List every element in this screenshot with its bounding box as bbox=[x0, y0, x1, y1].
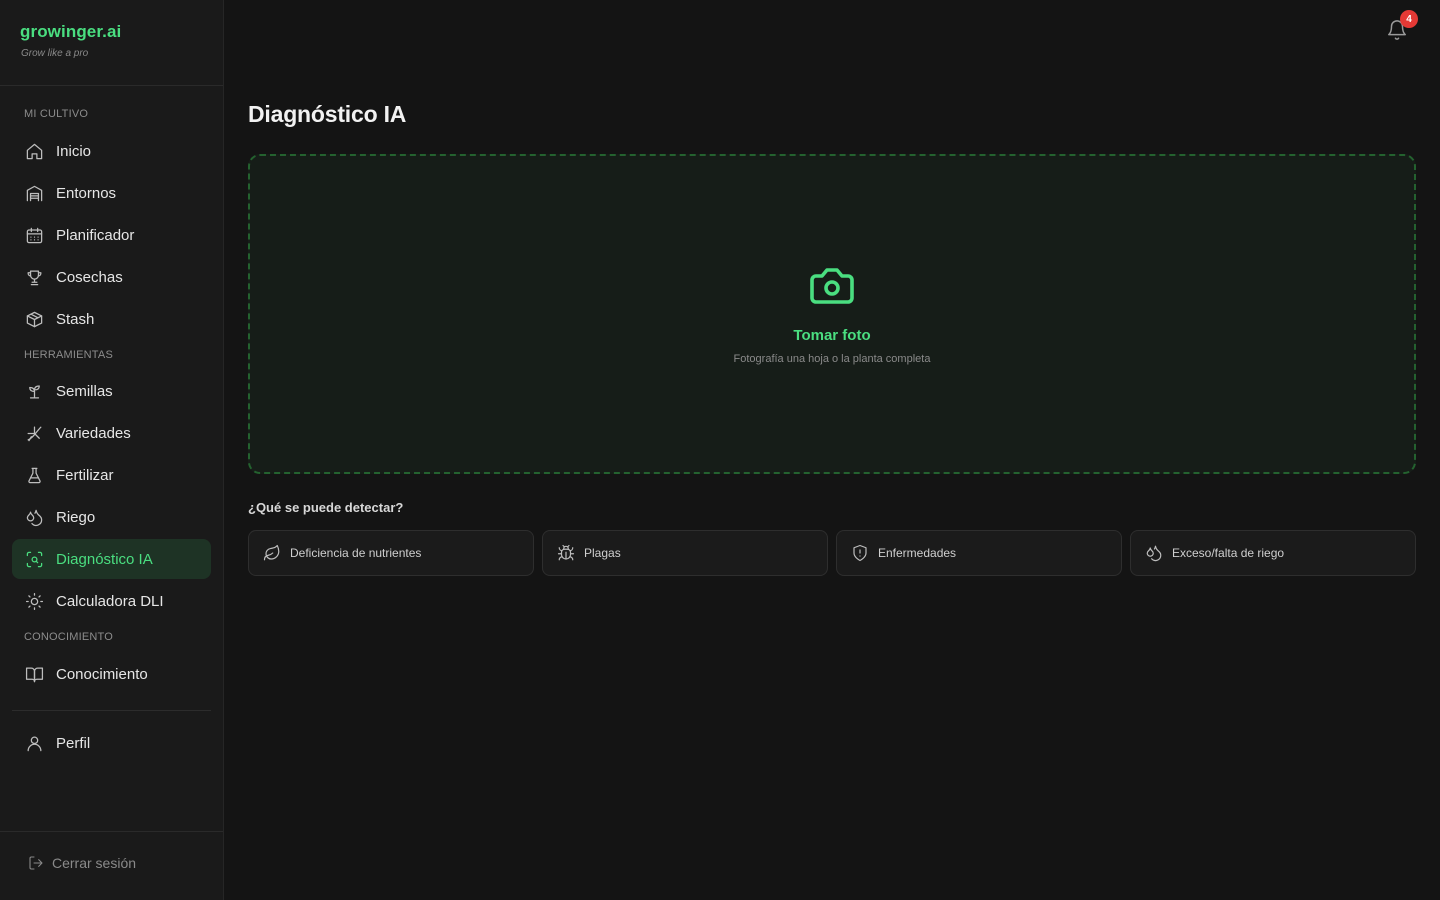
trophy-icon bbox=[24, 267, 44, 287]
sidebar-item-calculadora-dli[interactable]: Calculadora DLI bbox=[12, 581, 211, 621]
sidebar-item-label: Fertilizar bbox=[56, 466, 114, 484]
sun-icon bbox=[24, 591, 44, 611]
section-label-mi-cultivo: MI CULTIVO bbox=[24, 108, 89, 120]
card-label: Plagas bbox=[584, 546, 621, 560]
card-label: Enfermedades bbox=[878, 546, 957, 560]
notification-badge: 4 bbox=[1400, 10, 1418, 28]
logout-label: Cerrar sesión bbox=[52, 855, 137, 871]
shield-alert-icon bbox=[850, 543, 870, 563]
sidebar-item-planificador[interactable]: Planificador bbox=[12, 215, 211, 255]
droplets-icon bbox=[1144, 543, 1164, 563]
divider bbox=[0, 85, 223, 86]
detect-card-nutrientes: Deficiencia de nutrientes bbox=[248, 530, 534, 576]
sidebar-item-riego[interactable]: Riego bbox=[12, 497, 211, 537]
sidebar-item-inicio[interactable]: Inicio bbox=[12, 131, 211, 171]
logout-button[interactable]: Cerrar sesión bbox=[28, 855, 136, 871]
photo-dropzone[interactable] bbox=[248, 154, 1416, 474]
sidebar-item-label: Semillas bbox=[56, 382, 113, 400]
sidebar-item-label: Cosechas bbox=[56, 268, 123, 286]
sidebar-item-semillas[interactable]: Semillas bbox=[12, 371, 211, 411]
box-icon bbox=[24, 309, 44, 329]
leaf-icon bbox=[262, 543, 282, 563]
brand-tagline: Grow like a pro bbox=[21, 48, 89, 59]
camera-icon bbox=[808, 262, 856, 310]
sidebar-item-label: Planificador bbox=[56, 226, 135, 244]
sidebar: growinger.ai Grow like a pro MI CULTIVO … bbox=[0, 0, 224, 900]
card-label: Deficiencia de nutrientes bbox=[290, 546, 422, 560]
sprout-icon bbox=[24, 381, 44, 401]
page-title: Diagnóstico IA bbox=[248, 101, 407, 127]
sidebar-item-cosechas[interactable]: Cosechas bbox=[12, 257, 211, 297]
sidebar-item-entornos[interactable]: Entornos bbox=[12, 173, 211, 213]
sidebar-item-label: Riego bbox=[56, 508, 96, 526]
sidebar-item-fertilizar[interactable]: Fertilizar bbox=[12, 455, 211, 495]
sidebar-item-perfil[interactable]: Perfil bbox=[12, 723, 211, 763]
card-label: Exceso/falta de riego bbox=[1172, 546, 1285, 560]
sidebar-item-conocimiento[interactable]: Conocimiento bbox=[12, 654, 211, 694]
brand-name: growinger.ai bbox=[20, 22, 122, 41]
sidebar-item-label: Variedades bbox=[56, 424, 131, 442]
sidebar-item-label: Entornos bbox=[56, 184, 117, 202]
detect-card-enfermedades: Enfermedades bbox=[836, 530, 1122, 576]
sidebar-item-label: Perfil bbox=[56, 734, 91, 752]
section-label-conocimiento: CONOCIMIENTO bbox=[24, 631, 113, 643]
divider bbox=[0, 831, 223, 832]
sidebar-item-variedades[interactable]: Variedades bbox=[12, 413, 211, 453]
droplets-icon bbox=[24, 507, 44, 527]
section-label-herramientas: HERRAMIENTAS bbox=[24, 349, 113, 361]
sidebar-item-label: Diagnóstico IA bbox=[56, 550, 153, 568]
warehouse-icon bbox=[24, 183, 44, 203]
sidebar-item-diagnostico-ia[interactable]: Diagnóstico IA bbox=[12, 539, 211, 579]
divider bbox=[12, 710, 211, 711]
book-open-icon bbox=[24, 664, 44, 684]
scan-search-icon bbox=[24, 549, 44, 569]
user-icon bbox=[24, 733, 44, 753]
sidebar-item-label: Inicio bbox=[56, 142, 92, 160]
detect-card-plagas: Plagas bbox=[542, 530, 828, 576]
app-root: growinger.ai Grow like a pro MI CULTIVO … bbox=[0, 0, 1440, 900]
flask-icon bbox=[24, 465, 44, 485]
calendar-icon bbox=[24, 225, 44, 245]
dna-icon bbox=[24, 423, 44, 443]
sidebar-item-label: Stash bbox=[56, 310, 95, 328]
sidebar-item-label: Calculadora DLI bbox=[56, 592, 164, 610]
home-icon bbox=[24, 141, 44, 161]
bug-icon bbox=[556, 543, 576, 563]
dropzone-subtitle: Fotografía una hoja o la planta completa bbox=[733, 353, 931, 365]
dropzone-title: Tomar foto bbox=[793, 327, 871, 344]
sidebar-item-label: Conocimiento bbox=[56, 665, 148, 683]
sidebar-item-stash[interactable]: Stash bbox=[12, 299, 211, 339]
brand[interactable]: growinger.ai Grow like a pro bbox=[20, 22, 121, 59]
logout-icon bbox=[29, 856, 43, 870]
detect-heading: ¿Qué se puede detectar? bbox=[248, 500, 404, 515]
detect-card-riego: Exceso/falta de riego bbox=[1130, 530, 1416, 576]
